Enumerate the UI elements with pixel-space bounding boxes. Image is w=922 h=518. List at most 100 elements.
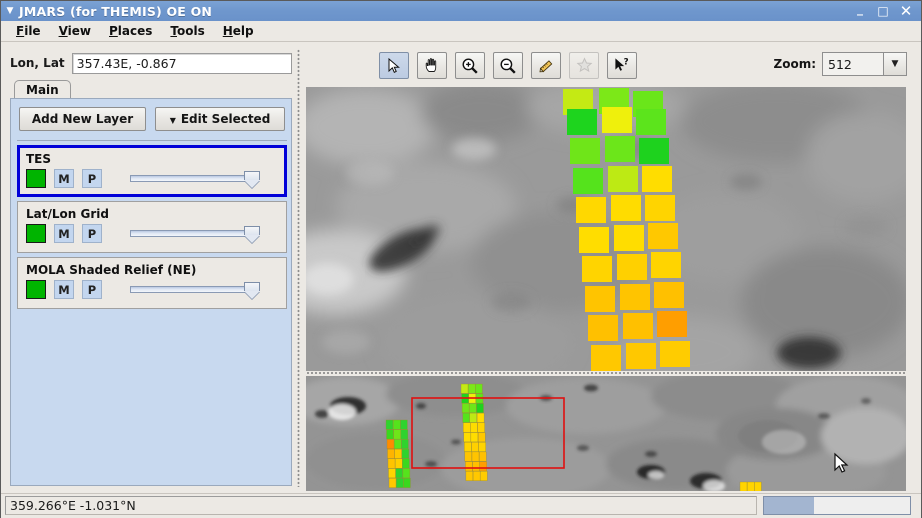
menu-places[interactable]: Places bbox=[100, 22, 161, 40]
slider-track bbox=[130, 175, 252, 182]
layer-color-swatch[interactable] bbox=[26, 280, 46, 299]
layer-m-button[interactable]: M bbox=[54, 224, 74, 243]
menu-view[interactable]: View bbox=[50, 22, 100, 40]
edit-selected-button[interactable]: ▼ Edit Selected bbox=[155, 107, 285, 131]
tes-tile[interactable] bbox=[660, 341, 690, 367]
chevron-down-icon[interactable]: ▼ bbox=[883, 53, 906, 75]
help-cursor-tool[interactable]: ? bbox=[607, 52, 637, 79]
panner-tes-tile bbox=[388, 449, 395, 458]
layer-opacity-slider[interactable] bbox=[130, 224, 260, 243]
menu-help[interactable]: Help bbox=[214, 22, 263, 40]
tes-tile[interactable] bbox=[626, 343, 656, 369]
panner-tes-tile bbox=[472, 442, 479, 451]
panner-tes-tile bbox=[386, 420, 393, 429]
panner-tes-tile bbox=[402, 459, 409, 468]
tes-tile[interactable] bbox=[642, 166, 672, 192]
zoom-value[interactable]: 512 bbox=[823, 53, 883, 75]
lon-lat-row: Lon, Lat 357.43E, -0.867 bbox=[10, 51, 292, 75]
slider-thumb[interactable] bbox=[244, 226, 260, 242]
close-button[interactable]: ✕ bbox=[899, 4, 913, 19]
tes-tile[interactable] bbox=[573, 168, 603, 194]
tes-tile[interactable] bbox=[588, 315, 618, 341]
layer-opacity-slider[interactable] bbox=[130, 280, 260, 299]
add-new-layer-button[interactable]: Add New Layer bbox=[19, 107, 146, 131]
tes-tile[interactable] bbox=[651, 252, 681, 278]
pencil-ruler-icon bbox=[537, 57, 555, 75]
layer-color-swatch[interactable] bbox=[26, 169, 46, 188]
tes-tile[interactable] bbox=[614, 225, 644, 251]
slider-thumb[interactable] bbox=[244, 282, 260, 298]
panner-tes-tile bbox=[480, 462, 487, 471]
split-pane-divider[interactable] bbox=[294, 43, 303, 493]
panner-tes-tile bbox=[461, 384, 468, 393]
main-map-view[interactable] bbox=[306, 87, 906, 371]
tes-tile[interactable] bbox=[636, 109, 666, 135]
panner-tes-tile bbox=[400, 420, 407, 429]
layer-item-mola-shaded-relief[interactable]: MOLA Shaded Relief (NE) M P bbox=[17, 257, 287, 309]
layer-color-swatch[interactable] bbox=[26, 224, 46, 243]
tes-tile[interactable] bbox=[645, 195, 675, 221]
layer-item-tes[interactable]: TES M P bbox=[17, 145, 287, 197]
tes-tile[interactable] bbox=[585, 286, 615, 312]
layer-name: MOLA Shaded Relief (NE) bbox=[26, 263, 196, 277]
zoom-in-tool[interactable] bbox=[455, 52, 485, 79]
tes-tile[interactable] bbox=[591, 345, 621, 371]
layer-panel: Add New Layer ▼ Edit Selected TES M P bbox=[10, 98, 292, 486]
tes-tile[interactable] bbox=[617, 254, 647, 280]
zoom-combobox[interactable]: 512 ▼ bbox=[822, 52, 907, 76]
layer-p-button[interactable]: P bbox=[82, 280, 102, 299]
panner-tes-tile bbox=[470, 413, 477, 422]
panner-tes-tile bbox=[478, 433, 485, 442]
layer-p-button[interactable]: P bbox=[82, 224, 102, 243]
menu-tools-mnemonic: T bbox=[170, 24, 177, 38]
tes-tile[interactable] bbox=[602, 107, 632, 133]
minimize-button[interactable]: – bbox=[853, 7, 867, 22]
tes-tile[interactable] bbox=[623, 313, 653, 339]
tes-tile[interactable] bbox=[654, 282, 684, 308]
layer-opacity-slider[interactable] bbox=[130, 169, 260, 188]
layer-p-button[interactable]: P bbox=[82, 169, 102, 188]
tes-tile[interactable] bbox=[579, 227, 609, 253]
zoom-label: Zoom: bbox=[774, 57, 817, 71]
tes-tile[interactable] bbox=[582, 256, 612, 282]
tes-tile[interactable] bbox=[648, 223, 678, 249]
tes-tile[interactable] bbox=[611, 195, 641, 221]
maximize-button[interactable]: □ bbox=[876, 5, 890, 17]
star-icon bbox=[576, 57, 593, 74]
tes-tile[interactable] bbox=[605, 136, 635, 162]
window-menu-caret-icon[interactable]: ▼ bbox=[1, 7, 19, 16]
hand-icon bbox=[424, 57, 441, 74]
view-split-dots[interactable] bbox=[306, 371, 906, 375]
panner-tes-tile bbox=[403, 469, 410, 478]
measure-tool[interactable] bbox=[531, 52, 561, 79]
menu-file[interactable]: File bbox=[7, 22, 50, 40]
layer-item-latlon-grid[interactable]: Lat/Lon Grid M P bbox=[17, 201, 287, 253]
slider-thumb[interactable] bbox=[244, 171, 260, 187]
tab-main[interactable]: Main bbox=[14, 80, 71, 99]
tes-tile[interactable] bbox=[639, 138, 669, 164]
jmars-window: ▼ JMARS (for THEMIS) OE ON – □ ✕ File Vi… bbox=[0, 0, 922, 518]
tes-tile[interactable] bbox=[570, 138, 600, 164]
tes-tile[interactable] bbox=[608, 166, 638, 192]
panner-map-canvas bbox=[306, 376, 906, 491]
panner-tes-tile bbox=[402, 449, 409, 458]
progress-bar-fill bbox=[764, 497, 814, 514]
lon-lat-input[interactable]: 357.43E, -0.867 bbox=[72, 53, 292, 74]
menu-tools[interactable]: Tools bbox=[161, 22, 213, 40]
menu-view-mnemonic: V bbox=[59, 24, 68, 38]
pan-hand-tool[interactable] bbox=[417, 52, 447, 79]
layer-m-button[interactable]: M bbox=[54, 280, 74, 299]
panner-tes-tile bbox=[478, 423, 485, 432]
select-arrow-tool[interactable] bbox=[379, 52, 409, 79]
menu-help-mnemonic: H bbox=[223, 24, 233, 38]
zoom-out-tool[interactable] bbox=[493, 52, 523, 79]
menu-file-rest: ile bbox=[24, 24, 40, 38]
layer-m-button[interactable]: M bbox=[54, 169, 74, 188]
tes-tile[interactable] bbox=[620, 284, 650, 310]
tes-tile[interactable] bbox=[576, 197, 606, 223]
panner-map-view[interactable] bbox=[306, 376, 906, 491]
tes-tile[interactable] bbox=[567, 109, 597, 135]
panner-tes-tile bbox=[468, 384, 475, 393]
panner-tes-tile bbox=[396, 469, 403, 478]
tes-tile[interactable] bbox=[657, 311, 687, 337]
